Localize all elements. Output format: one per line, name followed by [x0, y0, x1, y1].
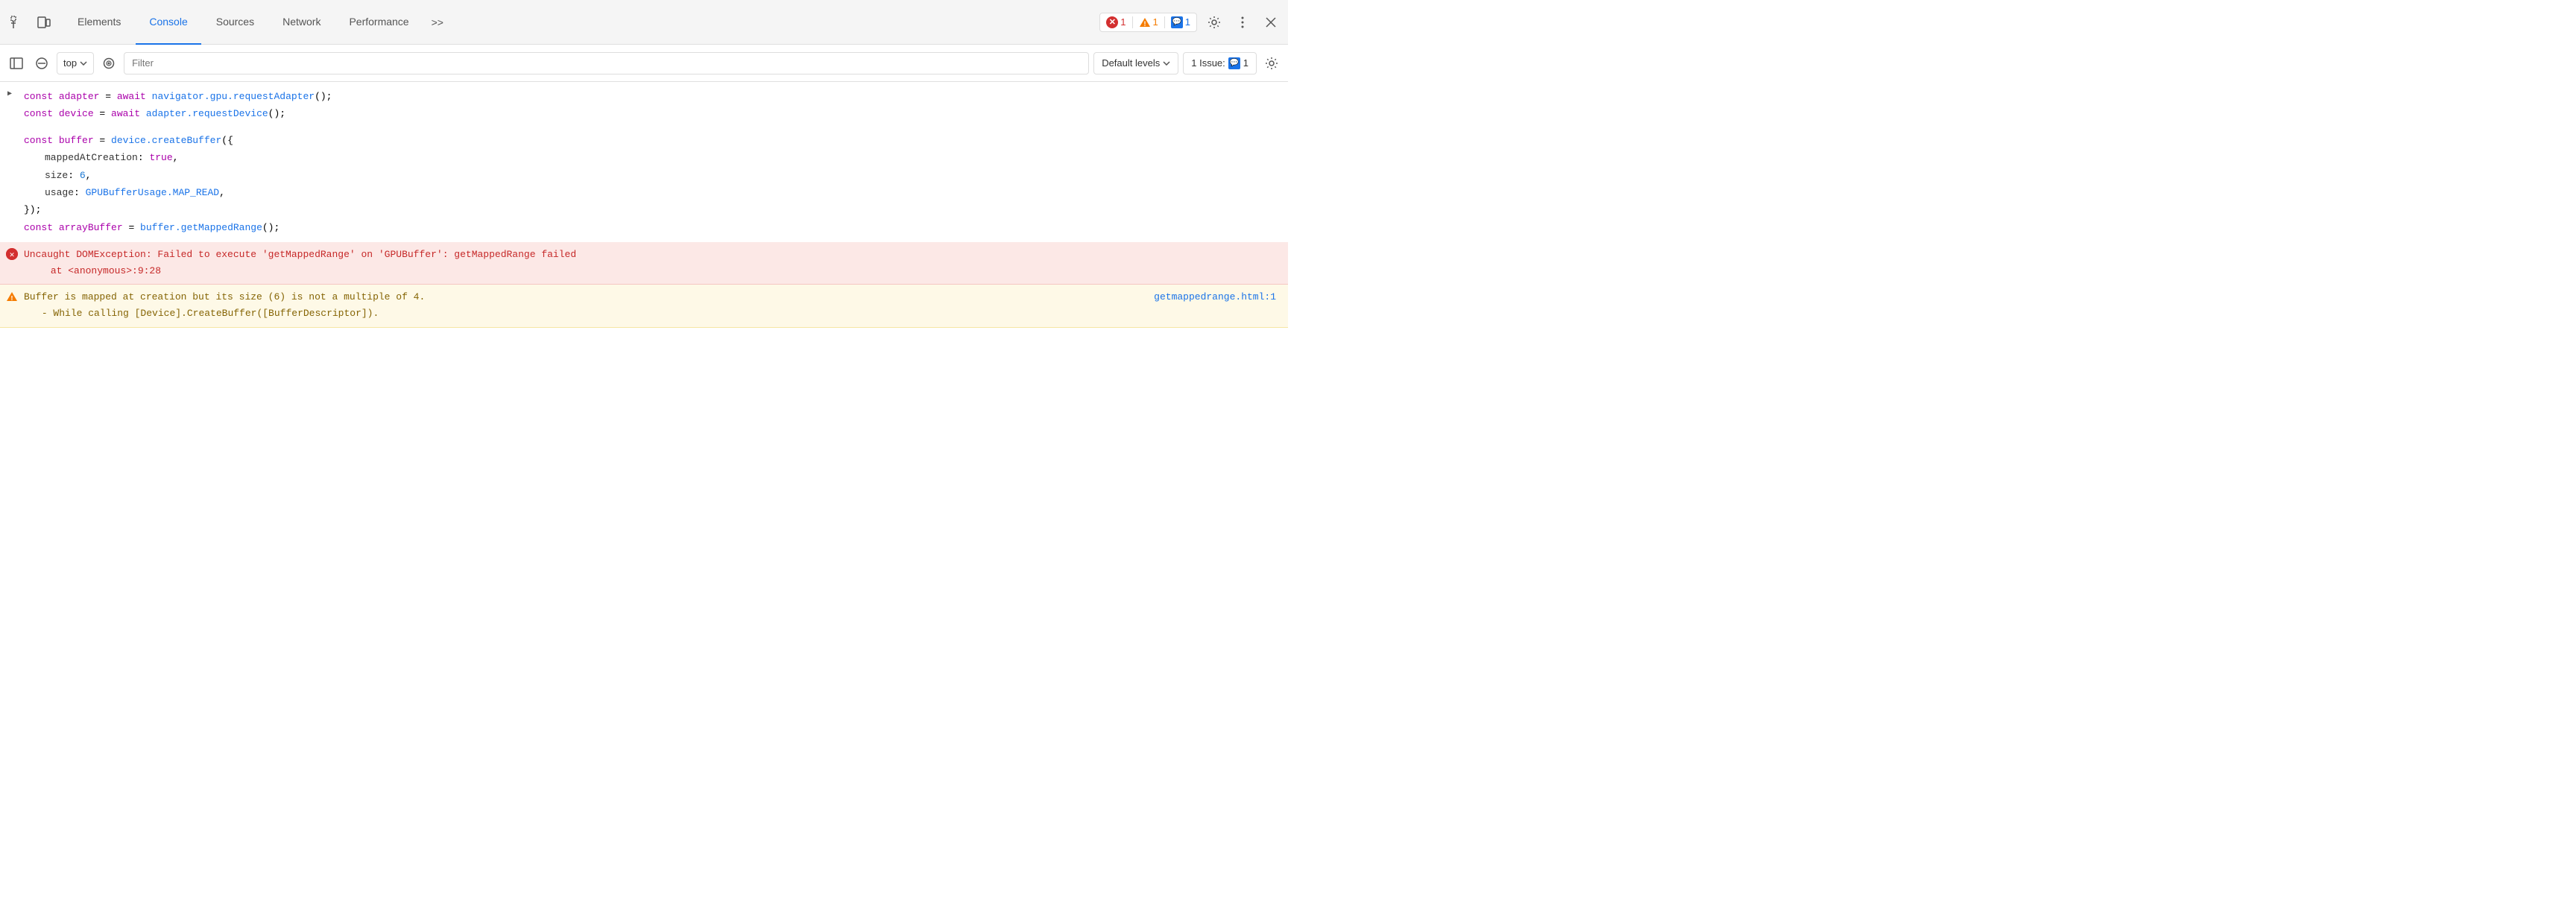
more-options-icon[interactable]: [1231, 11, 1254, 34]
svg-text:!: !: [1143, 20, 1146, 28]
badge-divider-2: [1164, 16, 1165, 28]
tab-network[interactable]: Network: [269, 0, 334, 45]
device-toggle-icon[interactable]: [33, 11, 55, 34]
chevron-down-icon: [80, 61, 87, 66]
info-badge: 💬 1: [1171, 16, 1190, 28]
console-output: ▶ const adapter = await navigator.gpu.re…: [0, 82, 1288, 328]
warning-entry: ! Buffer is mapped at creation but its s…: [0, 285, 1288, 327]
warning-source-link[interactable]: getmappedrange.html:1: [1154, 289, 1276, 305]
console-line-5: size: 6,: [24, 167, 1282, 184]
clear-icon[interactable]: [31, 53, 52, 74]
console-line-6: usage: GPUBufferUsage.MAP_READ,: [24, 184, 1282, 201]
badge-divider-1: [1132, 16, 1133, 28]
levels-chevron-icon: [1163, 61, 1170, 66]
console-settings-icon[interactable]: [1261, 53, 1282, 74]
error-location: at <anonymous>:9:28: [24, 263, 1282, 279]
settings-icon[interactable]: [1203, 11, 1225, 34]
svg-text:!: !: [10, 295, 13, 302]
close-icon[interactable]: [1260, 11, 1282, 34]
tab-console[interactable]: Console: [136, 0, 201, 45]
error-badge-group[interactable]: ✕ 1 ! 1 💬 1: [1099, 13, 1197, 32]
warning-message-line2: - While calling [Device].CreateBuffer([B…: [24, 305, 1282, 322]
sidebar-toggle-icon[interactable]: [6, 53, 27, 74]
console-line-1: const adapter = await navigator.gpu.requ…: [24, 88, 1282, 105]
tab-sources[interactable]: Sources: [203, 0, 268, 45]
expand-arrow[interactable]: ▶: [7, 88, 12, 101]
filter-input[interactable]: [124, 52, 1089, 75]
devtools-icons: [6, 11, 55, 34]
console-line-7: });: [24, 201, 1282, 218]
warning-triangle-icon: !: [1139, 17, 1151, 28]
tabs-container: Elements Console Sources Network Perform…: [64, 0, 1099, 45]
warning-badge: ! 1: [1139, 16, 1158, 28]
inspect-icon[interactable]: [6, 11, 28, 34]
tab-more[interactable]: >>: [424, 10, 451, 34]
error-message: Uncaught DOMException: Failed to execute…: [24, 247, 1282, 263]
issue-message-icon: 💬: [1228, 57, 1240, 69]
console-line-8: const arrayBuffer = buffer.getMappedRang…: [24, 219, 1282, 236]
console-line-2: const device = await adapter.requestDevi…: [24, 105, 1282, 122]
error-entry: ✕ Uncaught DOMException: Failed to execu…: [0, 242, 1288, 285]
live-expression-icon[interactable]: [98, 53, 119, 74]
console-toolbar: top Default levels 1 Issue: 💬 1: [0, 45, 1288, 82]
error-badge: ✕ 1: [1106, 16, 1126, 28]
code-entry: ▶ const adapter = await navigator.gpu.re…: [0, 82, 1288, 242]
svg-text:✕: ✕: [10, 251, 15, 260]
tab-bar: Elements Console Sources Network Perform…: [0, 0, 1288, 45]
tab-performance[interactable]: Performance: [335, 0, 422, 45]
console-line-3: const buffer = device.createBuffer({: [24, 132, 1282, 149]
log-levels-button[interactable]: Default levels: [1093, 52, 1178, 75]
console-line-4: mappedAtCreation: true,: [24, 149, 1282, 166]
tab-elements[interactable]: Elements: [64, 0, 134, 45]
context-selector[interactable]: top: [57, 52, 94, 75]
toolbar-right: Default levels 1 Issue: 💬 1: [1093, 52, 1282, 75]
error-icon: ✕: [1106, 16, 1118, 28]
warning-message-line1: Buffer is mapped at creation but its siz…: [24, 289, 1282, 305]
error-circle-icon: ✕: [6, 248, 18, 260]
tab-bar-right: ✕ 1 ! 1 💬 1: [1099, 11, 1282, 34]
message-icon: 💬: [1171, 16, 1183, 28]
warning-triangle-icon: !: [6, 291, 18, 302]
issues-button[interactable]: 1 Issue: 💬 1: [1183, 52, 1257, 75]
